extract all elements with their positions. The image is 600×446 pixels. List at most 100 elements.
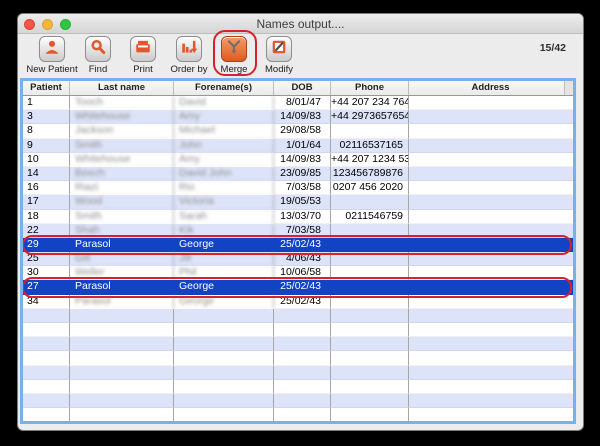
cell-code	[23, 309, 70, 323]
cell-code: 30	[23, 266, 70, 280]
empty-row[interactable]	[23, 337, 573, 351]
cell-address	[409, 110, 573, 124]
table-header: Patient Code Last name Forename(s) DOB P…	[23, 81, 573, 96]
cell-fore: David John	[174, 167, 274, 181]
table-row[interactable]: 34ParasolGeorge25/02/43	[23, 295, 573, 309]
cell-code	[23, 408, 70, 422]
cell-fore	[174, 323, 274, 337]
cell-fore: Amy	[174, 110, 274, 124]
empty-row[interactable]	[23, 366, 573, 380]
cell-address	[409, 238, 573, 252]
cell-fore: Sarah	[174, 210, 274, 224]
cell-dob	[274, 380, 331, 394]
modify-button[interactable]: Modify	[251, 36, 307, 75]
table-row[interactable]: 3WhitehouseAmy14/09/83+44 2973657654	[23, 110, 573, 124]
cell-dob	[274, 323, 331, 337]
cell-phone	[331, 195, 409, 209]
cell-code: 3	[23, 110, 70, 124]
cell-address	[409, 366, 573, 380]
cell-code	[23, 351, 70, 365]
cell-address	[409, 380, 573, 394]
cell-code	[23, 323, 70, 337]
cell-last: Jackson	[70, 124, 174, 138]
modify-icon	[270, 38, 288, 61]
cell-address	[409, 408, 573, 422]
cell-phone	[331, 380, 409, 394]
cell-fore: Victoria	[174, 195, 274, 209]
cell-dob: 25/02/43	[274, 295, 331, 309]
cell-code: 1	[23, 96, 70, 110]
empty-row[interactable]	[23, 309, 573, 323]
cell-code: 22	[23, 224, 70, 238]
cell-dob	[274, 337, 331, 351]
cell-last: Tooch	[70, 96, 174, 110]
cell-last: Gill	[70, 252, 174, 266]
cell-last: Whitehouse	[70, 110, 174, 124]
empty-row[interactable]	[23, 408, 573, 422]
table-row[interactable]: 14BeechDavid John23/09/85123456789876	[23, 167, 573, 181]
empty-row[interactable]	[23, 380, 573, 394]
cell-dob: 14/09/83	[274, 110, 331, 124]
cell-fore	[174, 366, 274, 380]
table-row[interactable]: 18SmithSarah13/03/700211546759	[23, 210, 573, 224]
cell-address	[409, 167, 573, 181]
empty-row[interactable]	[23, 323, 573, 337]
app-window: Names output.... New Patient	[17, 13, 584, 431]
column-header-address[interactable]: Address	[409, 81, 573, 95]
cell-last: Whitehouse	[70, 153, 174, 167]
column-header-phone[interactable]: Phone	[331, 81, 409, 95]
cell-last: Riazi	[70, 181, 174, 195]
cell-dob: 1/01/64	[274, 139, 331, 153]
cell-code: 14	[23, 167, 70, 181]
find-icon	[89, 38, 107, 61]
cell-code	[23, 380, 70, 394]
cell-fore: Phil	[174, 266, 274, 280]
cell-address	[409, 96, 573, 110]
column-header-last-name[interactable]: Last name	[70, 81, 174, 95]
empty-row[interactable]	[23, 394, 573, 408]
cell-address	[409, 295, 573, 309]
table-row[interactable]: 16RiaziRio7/03/580207 456 2020	[23, 181, 573, 195]
table-row[interactable]: 17WoodVictoria19/05/53	[23, 195, 573, 209]
cell-phone: +44 207 1234 532	[331, 153, 409, 167]
table-row[interactable]: 22ShahKik7/03/58	[23, 224, 573, 238]
cell-dob: 25/02/43	[274, 280, 331, 294]
table-row[interactable]: 25GillJill4/06/43	[23, 252, 573, 266]
cell-phone	[331, 224, 409, 238]
cell-phone	[331, 323, 409, 337]
table-row[interactable]: 27ParasolGeorge25/02/43	[23, 280, 573, 294]
cell-dob: 10/06/58	[274, 266, 331, 280]
column-header-patient-code[interactable]: Patient Code	[23, 81, 70, 95]
cell-code	[23, 337, 70, 351]
cell-address	[409, 323, 573, 337]
table-row[interactable]: 9SmithJohn1/01/6402116537165	[23, 139, 573, 153]
cell-fore	[174, 309, 274, 323]
column-header-dob[interactable]: DOB	[274, 81, 331, 95]
header-scroll-cap	[564, 81, 573, 95]
cell-phone	[331, 309, 409, 323]
cell-last	[70, 408, 174, 422]
cell-dob: 14/09/83	[274, 153, 331, 167]
cell-phone	[331, 238, 409, 252]
cell-dob	[274, 366, 331, 380]
table-row[interactable]: 1ToochDavid8/01/47+44 207 234 7646	[23, 96, 573, 110]
cell-fore: Amy	[174, 153, 274, 167]
empty-row[interactable]	[23, 351, 573, 365]
merge-icon	[225, 38, 243, 61]
table-row[interactable]: 30WellerPhil10/06/58	[23, 266, 573, 280]
cell-dob: 25/02/43	[274, 238, 331, 252]
cell-last	[70, 323, 174, 337]
table-row[interactable]: 8JacksonMichael29/08/58	[23, 124, 573, 138]
table-row[interactable]: 29ParasolGeorge25/02/43	[23, 238, 573, 252]
cell-last: Parasol	[70, 295, 174, 309]
cell-phone: 123456789876	[331, 167, 409, 181]
cell-phone	[331, 394, 409, 408]
table-row[interactable]: 10WhitehouseAmy14/09/83+44 207 1234 532	[23, 153, 573, 167]
record-counter: 15/42	[540, 42, 566, 54]
cell-fore: George	[174, 295, 274, 309]
cell-dob	[274, 394, 331, 408]
column-header-forenames[interactable]: Forename(s)	[174, 81, 274, 95]
cell-code: 29	[23, 238, 70, 252]
cell-fore: David	[174, 96, 274, 110]
cell-code: 34	[23, 295, 70, 309]
